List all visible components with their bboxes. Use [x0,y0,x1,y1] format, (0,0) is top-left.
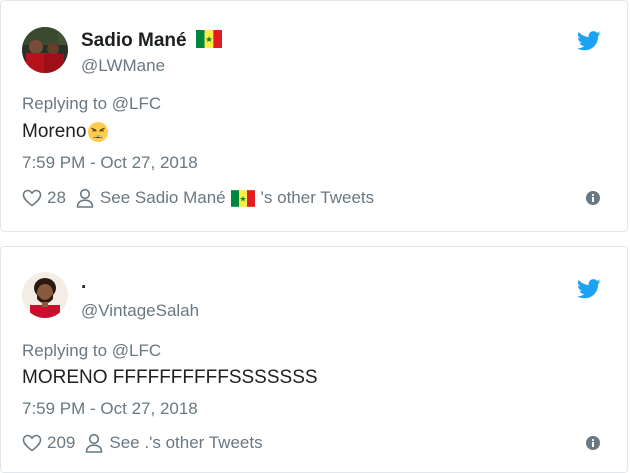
senegal-flag-icon [230,189,255,207]
display-name[interactable]: Sadio Mané [81,30,222,52]
reply-prefix: Replying to [22,341,108,360]
person-icon [76,188,94,208]
person-icon [86,433,103,453]
reply-to-link[interactable]: @LFC [112,94,161,113]
avatar[interactable] [22,27,68,73]
reply-to-link[interactable]: @LFC [112,341,161,360]
like-count: 28 [47,188,66,207]
reply-context: Replying to @LFC [22,341,161,361]
like-count: 209 [47,433,76,452]
avatar[interactable] [22,272,68,318]
avatar-image [22,272,68,318]
see-other-tweets-link[interactable]: See .'s other Tweets [85,433,263,453]
heart-icon [22,434,42,452]
see-suffix: 's other Tweets [260,188,375,207]
info-icon[interactable] [586,436,600,450]
see-prefix: See [109,433,140,452]
see-prefix: See [99,188,131,207]
user-handle[interactable]: @VintageSalah [81,301,199,321]
tweet-text: MORENO FFFFFFFFFFSSSSSSS [22,367,318,389]
reply-context: Replying to @LFC [22,94,161,114]
like-button[interactable]: 28 [22,188,66,208]
reply-prefix: Replying to [22,94,108,113]
tweet-text: Moreno [22,121,109,143]
see-suffix: 's other Tweets [149,433,263,452]
timestamp[interactable]: 7:59 PM - Oct 27, 2018 [22,399,198,419]
like-button[interactable]: 209 [22,433,75,453]
senegal-flag-icon [195,30,222,49]
user-handle[interactable]: @LWMane [81,56,165,76]
tweet-actions: 28 See Sadio Mané 's other Tweets [22,188,374,208]
twitter-bird-icon[interactable] [577,31,601,51]
twitter-bird-icon[interactable] [577,279,601,299]
see-name: Sadio Mané [134,188,226,207]
avatar-image [22,27,68,73]
tweet-actions: 209 See .'s other Tweets [22,433,263,453]
info-icon[interactable] [586,191,600,205]
see-other-tweets-link[interactable]: See Sadio Mané 's other Tweets [76,188,374,208]
timestamp[interactable]: 7:59 PM - Oct 27, 2018 [22,153,198,173]
tweet-card: . @VintageSalah Replying to @LFC MORENO … [0,246,628,473]
tweet-text-content: MORENO FFFFFFFFFFSSSSSSS [22,367,318,388]
tweet-card: Sadio Mané @LWMane Replying to @LFC More… [0,0,628,232]
tweet-text-content: Moreno [22,121,87,142]
weary-face-emoji-icon [88,122,109,142]
display-name[interactable]: . [81,272,86,294]
heart-icon [22,189,42,207]
